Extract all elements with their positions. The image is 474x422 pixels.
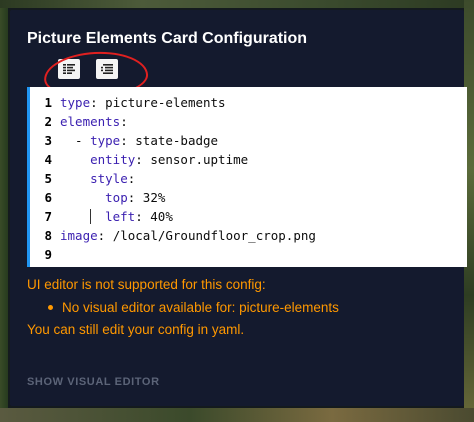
yaml-key: style — [90, 171, 128, 186]
format-align-icon — [63, 64, 75, 74]
yaml-key: image — [60, 228, 98, 243]
yaml-separator: : — [135, 152, 151, 167]
yaml-separator: : — [120, 114, 128, 129]
line-number: 4 — [44, 152, 52, 167]
card-config-dialog: Picture Elements Card Configuration 1 2 — [10, 10, 467, 406]
background-edge-top — [0, 0, 474, 8]
text-cursor — [90, 209, 92, 224]
yaml-value: sensor.uptime — [150, 152, 249, 167]
code-line: - type: state-badge — [60, 133, 219, 148]
yaml-hint-message: You can still edit your config in yaml. — [27, 322, 245, 337]
yaml-key: entity — [90, 152, 136, 167]
dialog-title: Picture Elements Card Configuration — [27, 30, 308, 47]
yaml-separator: : — [90, 95, 106, 110]
yaml-key: top — [105, 190, 128, 205]
format-indent-button[interactable] — [96, 59, 118, 79]
background-edge-bottom — [0, 408, 474, 422]
yaml-separator: : — [127, 190, 143, 205]
not-supported-message: UI editor is not supported for this conf… — [27, 277, 266, 292]
code-line: image: /local/Groundfloor_crop.png — [60, 226, 459, 245]
show-visual-editor-button[interactable]: SHOW VISUAL EDITOR — [27, 376, 160, 388]
line-number: 3 — [44, 133, 52, 148]
code-lines[interactable]: type: picture-elements elements: - type:… — [60, 93, 459, 264]
line-number: 9 — [44, 247, 52, 262]
line-number: 1 — [44, 95, 52, 110]
yaml-key: elements — [60, 114, 121, 129]
line-number: 5 — [44, 171, 52, 186]
yaml-value: picture-elements — [105, 95, 226, 110]
line-number: 8 — [44, 228, 52, 243]
yaml-value: /local/Groundfloor_crop.png — [112, 228, 316, 243]
format-indent-icon — [101, 64, 113, 74]
bullet-icon — [48, 305, 53, 310]
line-number: 7 — [44, 209, 52, 224]
yaml-value: 40% — [150, 209, 173, 224]
yaml-separator: : — [135, 209, 151, 224]
yaml-key: type — [60, 95, 91, 110]
yaml-code-editor[interactable]: 1 2 3 4 5 6 7 8 9 type: picture-elements… — [27, 87, 467, 267]
line-number: 2 — [44, 114, 52, 129]
line-number-gutter: 1 2 3 4 5 6 7 8 9 — [30, 93, 56, 264]
code-line: top: 32% — [60, 188, 459, 207]
format-align-button[interactable] — [58, 59, 80, 79]
error-list-item-text: No visual editor available for: picture-… — [62, 300, 339, 315]
yaml-separator: : — [127, 171, 136, 186]
yaml-separator: : — [120, 133, 136, 148]
code-line: style: — [60, 169, 459, 188]
code-line: elements: — [60, 112, 459, 131]
yaml-key: type — [90, 133, 121, 148]
yaml-key: left — [105, 209, 136, 224]
error-list-item: No visual editor available for: picture-… — [48, 300, 339, 315]
yaml-separator: : — [97, 228, 113, 243]
yaml-value: 32% — [142, 190, 166, 205]
code-line: type: picture-elements — [60, 93, 459, 112]
line-number: 6 — [44, 190, 52, 205]
code-line: entity: sensor.uptime — [60, 150, 459, 169]
yaml-value: state-badge — [135, 133, 219, 148]
code-line: left: 40% — [60, 207, 459, 226]
